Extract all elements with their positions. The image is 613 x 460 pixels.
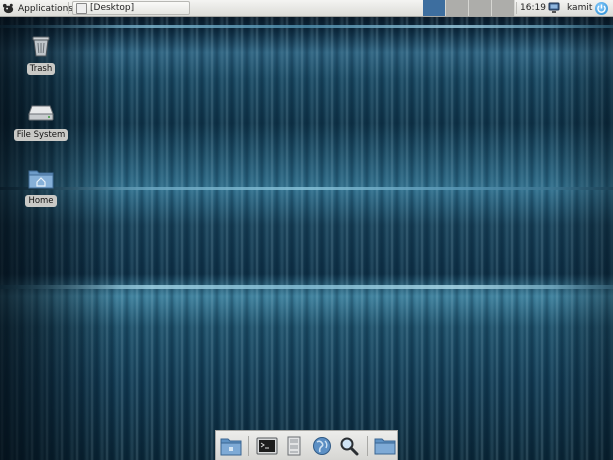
workspace-3[interactable] <box>469 0 492 16</box>
web-browser-launcher[interactable] <box>310 434 333 458</box>
desktop-icon-label: File System <box>13 129 69 141</box>
taskbar-button-label: [Desktop] <box>90 3 135 13</box>
show-desktop-launcher[interactable] <box>219 434 242 458</box>
desktop-icon-label: Trash <box>26 63 56 75</box>
dock-separator <box>248 435 250 456</box>
folder-launcher[interactable] <box>374 434 397 458</box>
taskbar-button-desktop[interactable]: [Desktop] <box>72 1 190 15</box>
bottom-dock <box>215 430 398 460</box>
search-icon <box>340 437 359 455</box>
desktop-icon-home[interactable]: Home <box>6 165 76 207</box>
panel-separator <box>516 2 517 14</box>
logout-icon[interactable] <box>595 2 608 15</box>
home-folder-icon <box>28 165 54 191</box>
network-icon[interactable] <box>548 2 561 14</box>
drive-icon <box>28 99 54 125</box>
file-manager-icon <box>287 436 301 455</box>
window-icon <box>76 2 87 14</box>
desktop-wallpaper <box>0 17 613 460</box>
web-browser-icon <box>312 436 331 455</box>
clock[interactable]: 16:19 <box>520 0 546 16</box>
xfce-mouse-icon <box>2 3 14 14</box>
applications-menu-button[interactable]: Applications <box>2 1 73 16</box>
show-desktop-icon <box>220 438 242 455</box>
terminal-icon <box>256 437 278 454</box>
desktop-icon-trash[interactable]: Trash <box>6 33 76 75</box>
search-launcher[interactable] <box>337 434 360 458</box>
dock-separator <box>366 435 368 456</box>
workspace-2[interactable] <box>446 0 469 16</box>
panel-separator <box>68 2 69 14</box>
top-panel: Applications [Desktop] 16:19 kamit <box>0 0 613 17</box>
folder-icon <box>374 438 396 454</box>
workspace-switcher <box>423 0 515 16</box>
desktop-icon-file-system[interactable]: File System <box>6 99 76 141</box>
applications-label: Applications <box>18 3 73 14</box>
workspace-4[interactable] <box>492 0 515 16</box>
file-manager-launcher[interactable] <box>283 434 306 458</box>
terminal-launcher[interactable] <box>255 434 278 458</box>
user-name[interactable]: kamit <box>567 0 592 16</box>
desktop-icon-label: Home <box>25 195 57 207</box>
trash-icon <box>28 33 54 59</box>
workspace-1[interactable] <box>423 0 446 16</box>
